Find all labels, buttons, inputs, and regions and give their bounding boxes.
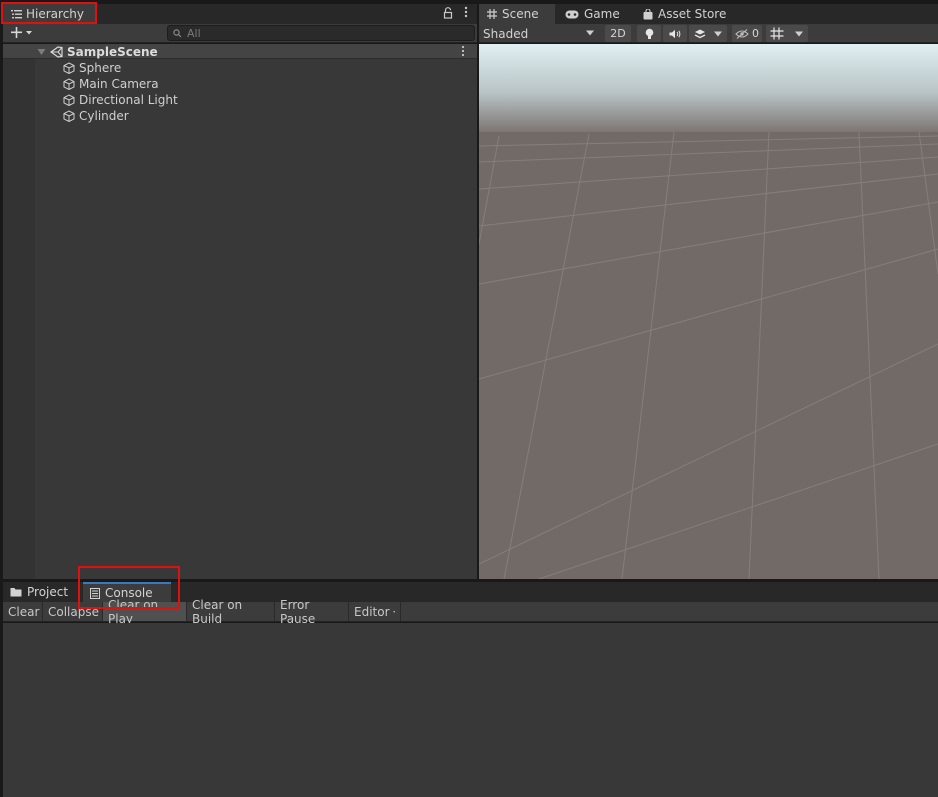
hierarchy-item-directional-light[interactable]: Directional Light [63,92,178,108]
clear-on-build-button[interactable]: Clear on Build [187,598,275,626]
hierarchy-item-label: Main Camera [79,77,159,91]
tab-game[interactable]: Game [557,4,633,24]
speaker-icon [669,29,681,38]
hierarchy-list: SampleScene Sphere Main Camera Direction… [3,44,477,579]
shopping-bag-icon [643,8,653,19]
scene-viewport[interactable] [479,44,938,579]
search-icon [173,28,182,37]
clear-on-build-label: Clear on Build [192,597,243,626]
clear-button[interactable]: Clear [3,602,43,621]
add-object-button[interactable] [9,24,35,42]
tab-asset-store-label: Asset Store [658,7,727,21]
chevron-down-icon [392,610,395,613]
scene-toolbar: Shaded 2D 0 [479,24,938,43]
hierarchy-item-label: Directional Light [79,93,178,107]
gameobject-cube-icon [63,110,75,122]
scene-name: SampleScene [67,44,158,59]
shading-mode-dropdown[interactable]: Shaded [479,24,599,43]
scene-visibility-toggle[interactable]: 0 [732,25,762,42]
hierarchy-item-sphere[interactable]: Sphere [63,60,121,76]
error-pause-label: Error Pause [280,597,316,626]
effects-icon [694,29,706,39]
hierarchy-item-label: Cylinder [79,109,129,123]
gameobject-cube-icon [63,78,75,90]
scene-row[interactable]: SampleScene [3,44,477,59]
scene-kebab-menu-icon[interactable] [461,45,469,58]
hidden-count: 0 [752,27,759,40]
audio-toggle[interactable] [663,25,687,42]
chevron-down-icon [795,31,803,37]
gizmos-dropdown[interactable] [766,25,808,42]
grid-icon [487,9,497,19]
hierarchy-toolbar: All [3,24,477,43]
error-pause-button[interactable]: Error Pause [275,598,349,626]
hierarchy-gutter [3,44,35,579]
tab-project[interactable]: Project [3,582,81,602]
toggle-2d-label: 2D [610,27,626,40]
gizmo-grid-icon [770,27,784,40]
chevron-down-icon [714,31,722,37]
gamepad-icon [565,10,579,18]
scene-3d-view[interactable] [479,44,938,579]
expand-arrow-icon[interactable] [37,48,46,56]
lock-icon[interactable] [443,7,455,21]
tab-project-label: Project [27,585,69,599]
gameobject-cube-icon [63,94,75,106]
kebab-menu-icon[interactable] [461,6,471,22]
shading-mode-value: Shaded [483,26,529,41]
plus-icon [11,27,32,38]
lightbulb-icon [645,28,653,39]
tab-scene-label: Scene [502,7,539,21]
tab-asset-store[interactable]: Asset Store [635,4,735,24]
unity-scene-icon [50,45,63,58]
scene-tab-bar: Scene Game Asset Store [479,4,938,24]
hierarchy-item-cylinder[interactable]: Cylinder [63,108,129,124]
clear-label: Clear [8,604,40,619]
console-tab-highlight [78,566,180,609]
visibility-icon [735,28,749,39]
editor-label: Editor [354,604,390,619]
hierarchy-tab-highlight [1,2,97,24]
editor-dropdown[interactable]: Editor [349,602,401,621]
gameobject-cube-icon [63,62,75,74]
effects-dropdown[interactable] [689,25,727,42]
hierarchy-search-input[interactable]: All [167,25,475,41]
tab-scene[interactable]: Scene [479,4,555,24]
hierarchy-item-main-camera[interactable]: Main Camera [63,76,159,92]
chevron-down-icon [586,30,594,36]
folder-icon [10,588,22,597]
tab-game-label: Game [584,7,620,21]
toggle-2d-button[interactable]: 2D [605,25,631,42]
search-placeholder: All [187,26,201,40]
lighting-toggle[interactable] [637,25,661,42]
console-log-area[interactable] [3,623,938,797]
hierarchy-item-label: Sphere [79,61,122,75]
